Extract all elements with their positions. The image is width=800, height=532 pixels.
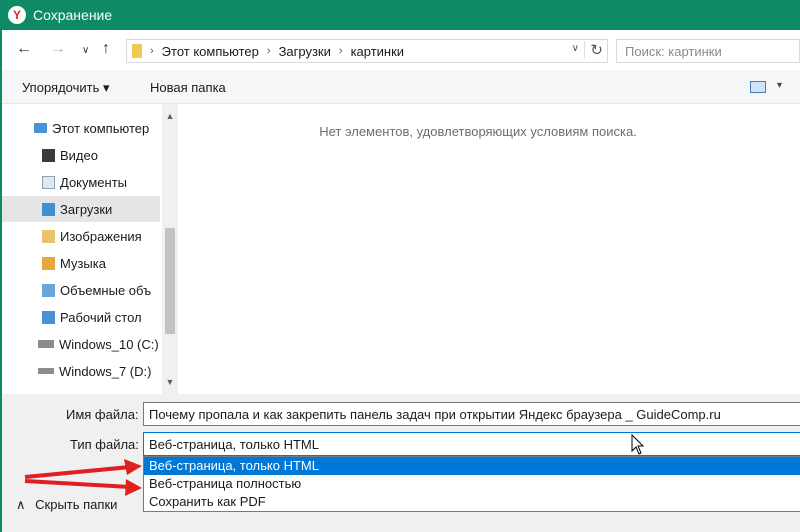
sidebar-item-label: Объемные объ [60, 282, 152, 298]
documents-folder-icon [42, 175, 55, 189]
scroll-up-icon[interactable]: ▲ [162, 108, 178, 124]
forward-button[interactable]: → [50, 39, 66, 59]
navigation-pane: Этот компьютер Видео Документы Загрузки … [2, 104, 178, 394]
computer-icon [34, 123, 47, 133]
scrollbar-thumb[interactable] [165, 228, 175, 334]
sidebar-item-label: Музыка [60, 255, 106, 271]
video-folder-icon [42, 148, 55, 162]
pictures-folder-icon [42, 229, 55, 243]
sidebar-item-label: Этот компьютер [52, 120, 150, 136]
sidebar-item-desktop[interactable]: Рабочий стол [2, 304, 160, 330]
refresh-icon[interactable]: ↻ [584, 41, 603, 59]
sidebar-item-documents[interactable]: Документы [2, 169, 160, 195]
sidebar-item-video[interactable]: Видео [2, 142, 160, 168]
command-bar: Упорядочить ▾ Новая папка ▾ [2, 70, 800, 104]
sidebar-item-music[interactable]: Музыка [2, 250, 160, 276]
hide-folders-button[interactable]: ∧ Скрыть папки [16, 497, 117, 513]
mouse-cursor-icon [631, 434, 645, 455]
sidebar-item-label: Видео [60, 147, 98, 163]
view-options-icon[interactable] [750, 81, 766, 93]
address-dropdown-icon[interactable]: ∨ [572, 43, 579, 54]
desktop-folder-icon [42, 310, 55, 324]
scroll-down-icon[interactable]: ▼ [162, 374, 178, 390]
organize-button[interactable]: Упорядочить ▾ [22, 80, 110, 96]
drive-icon [38, 368, 54, 374]
recent-locations-button[interactable]: ∨ [82, 41, 89, 61]
music-folder-icon [42, 256, 55, 270]
new-folder-button[interactable]: Новая папка [150, 80, 226, 95]
address-bar[interactable]: › Этот компьютер › Загрузки › картинки ∨… [126, 39, 608, 63]
sidebar-item-label: Windows_7 (D:) [59, 363, 152, 379]
breadcrumb-separator: › [150, 45, 154, 57]
filetype-dropdown-list: Веб-страница, только HTML Веб-страница п… [143, 456, 800, 512]
window-title: Сохранение [33, 7, 113, 23]
sidebar-item-drive-d[interactable]: Windows_7 (D:) [2, 358, 160, 384]
sidebar-item-pictures[interactable]: Изображения [2, 223, 160, 249]
yandex-logo-icon: Y [8, 6, 26, 24]
filetype-option-html-only[interactable]: Веб-страница, только HTML [144, 457, 800, 475]
chevron-up-icon: ∧ [16, 497, 26, 512]
sidebar-item-label: Рабочий стол [60, 309, 142, 325]
title-bar: Y Сохранение [0, 0, 800, 30]
back-button[interactable]: ← [16, 39, 32, 59]
hide-folders-label: Скрыть папки [35, 497, 118, 512]
breadcrumb-this-pc[interactable]: Этот компьютер [162, 44, 259, 59]
breadcrumb-separator: › [266, 45, 271, 57]
navigation-bar: ← → ∨ ↑ › Этот компьютер › Загрузки › ка… [2, 30, 800, 70]
sidebar-item-this-pc[interactable]: Этот компьютер [2, 115, 160, 141]
search-input[interactable]: Поиск: картинки [616, 39, 800, 63]
breadcrumb-separator: › [338, 45, 343, 57]
sidebar-item-label: Изображения [60, 228, 142, 244]
filetype-select[interactable]: Веб-страница, только HTML [143, 432, 800, 456]
save-form-panel: Имя файла: Почему пропала и как закрепит… [2, 394, 800, 532]
3d-objects-folder-icon [42, 283, 55, 297]
sidebar-scrollbar[interactable]: ▲ ▼ [162, 104, 178, 394]
filename-label: Имя файла: [66, 407, 139, 422]
filetype-option-pdf[interactable]: Сохранить как PDF [144, 493, 800, 511]
filetype-option-complete[interactable]: Веб-страница полностью [144, 475, 800, 493]
empty-results-message: Нет элементов, удовлетворяющих условиям … [319, 124, 637, 139]
filetype-label: Тип файла: [70, 437, 139, 452]
sidebar-item-label: Документы [60, 174, 128, 190]
drive-icon [38, 340, 54, 348]
sidebar-item-label: Загрузки [60, 201, 113, 217]
folder-icon [132, 44, 142, 58]
view-dropdown-icon[interactable]: ▾ [777, 80, 782, 91]
downloads-folder-icon [42, 202, 55, 216]
sidebar-item-drive-c[interactable]: Windows_10 (C:) [2, 331, 160, 357]
sidebar-item-downloads[interactable]: Загрузки [2, 196, 160, 222]
up-button[interactable]: ↑ [102, 39, 110, 59]
sidebar-item-label: Windows_10 (C:) [59, 336, 159, 352]
breadcrumb-downloads[interactable]: Загрузки [279, 44, 331, 59]
sidebar-item-3d-objects[interactable]: Объемные объ [2, 277, 160, 303]
filename-input[interactable]: Почему пропала и как закрепить панель за… [143, 402, 800, 426]
breadcrumb-pictures[interactable]: картинки [351, 44, 405, 59]
file-list-area[interactable]: Нет элементов, удовлетворяющих условиям … [178, 104, 800, 394]
